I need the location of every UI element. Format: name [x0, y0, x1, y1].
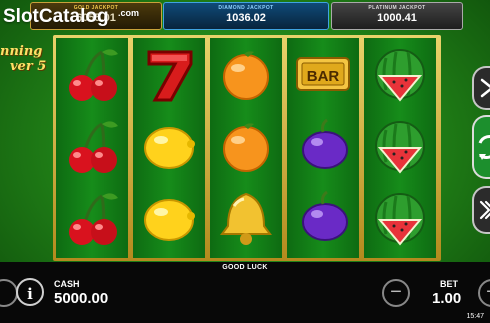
diamond-jackpot-label: DIAMOND JACKPOT	[218, 5, 274, 11]
plus-icon: +	[486, 281, 490, 303]
symbol-plum	[291, 186, 355, 250]
symbol-cherry	[60, 114, 124, 178]
autoplay-button[interactable]	[472, 186, 490, 234]
bet-label: BET	[440, 279, 458, 289]
game-logo: nning ver 5	[0, 44, 46, 74]
play-icon	[480, 78, 490, 98]
minus-icon: −	[390, 281, 402, 303]
symbol-lemon	[137, 114, 201, 178]
info-button[interactable]: i	[16, 278, 44, 306]
reel-1	[56, 38, 128, 258]
symbol-lemon	[137, 186, 201, 250]
cash-label: CASH	[54, 279, 80, 289]
symbol-cherry	[60, 186, 124, 250]
symbol-cherry	[60, 42, 124, 106]
symbol-orange	[214, 114, 278, 178]
platinum-jackpot-label: PLATINUM JACKPOT	[368, 5, 426, 11]
bet-value: 1.00	[432, 290, 462, 307]
symbol-watermelon	[368, 186, 432, 250]
reel-3	[210, 38, 282, 258]
reel-4: BAR	[287, 38, 359, 258]
cash-value: 5000.00	[54, 290, 109, 307]
symbol-orange	[214, 42, 278, 106]
status-message: GOOD LUCK	[222, 264, 268, 271]
symbol-plum	[291, 114, 355, 178]
play-button[interactable]	[472, 66, 490, 110]
symbol-bell	[214, 186, 278, 250]
platinum-jackpot-value: 1000.41	[377, 12, 417, 24]
svg-text:BAR: BAR	[307, 68, 340, 85]
symbol-watermelon	[368, 114, 432, 178]
spin-icon	[478, 134, 490, 160]
reel-5	[364, 38, 436, 258]
diamond-jackpot-value: 1036.02	[226, 12, 266, 24]
diamond-jackpot: DIAMOND JACKPOT 1036.02	[163, 2, 329, 30]
symbol-seven	[137, 42, 201, 106]
game-logo-line1: nning	[0, 44, 43, 59]
info-icon: i	[27, 285, 33, 303]
watermark-domain: .com	[118, 8, 140, 18]
autoplay-icon	[479, 200, 490, 220]
clock: 15:47	[466, 313, 484, 320]
game-logo-line2: ver 5	[10, 59, 47, 74]
reel-grid: BAR	[53, 35, 441, 261]
bet-decrease-button[interactable]: −	[382, 279, 410, 307]
spin-button[interactable]	[472, 115, 490, 179]
platinum-jackpot: PLATINUM JACKPOT 1000.41	[331, 2, 463, 30]
symbol-bar: BAR	[291, 42, 355, 106]
symbol-watermelon	[368, 42, 432, 106]
watermark-brand: SlotCatalog	[3, 6, 109, 27]
reel-2	[133, 38, 205, 258]
watermark: SlotCatalog .com	[3, 6, 139, 28]
